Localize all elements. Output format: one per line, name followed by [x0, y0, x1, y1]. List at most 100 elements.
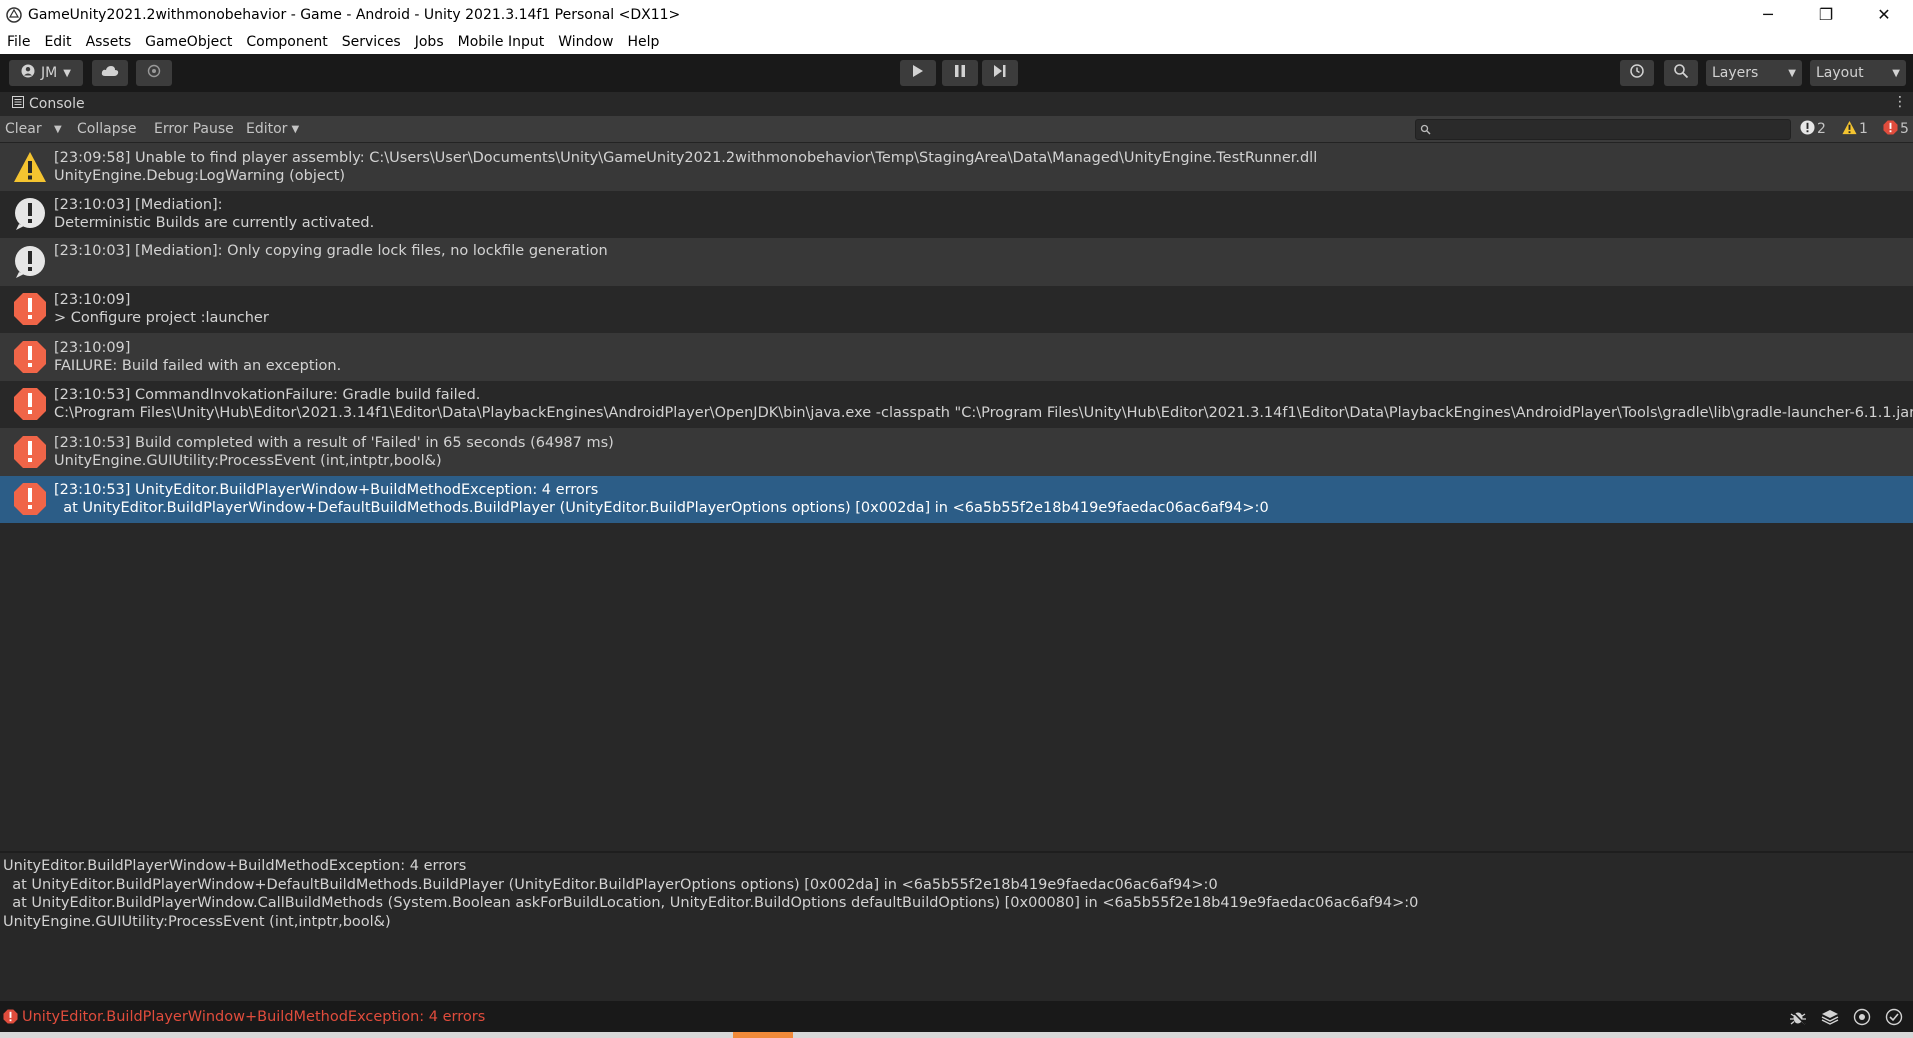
info-icon: [1800, 119, 1815, 139]
log-entry[interactable]: [23:10:03] [Mediation]: Only copying gra…: [0, 238, 1913, 286]
bug-icon[interactable]: [1787, 1006, 1809, 1028]
error-icon: [12, 386, 48, 422]
log-detail: UnityEngine.Debug:LogWarning (object): [54, 167, 346, 184]
editor-dropdown[interactable]: Editor ▼: [246, 116, 299, 142]
error-icon: [12, 481, 48, 517]
log-entry[interactable]: [23:09:58] Unable to find player assembl…: [0, 143, 1913, 191]
warning-icon: [1842, 120, 1857, 139]
log-detail: C:\Program Files\Unity\Hub\Editor\2021.3…: [54, 405, 1913, 422]
console-search-input[interactable]: [1415, 119, 1791, 140]
menu-services[interactable]: Services: [335, 34, 408, 50]
log-entry[interactable]: [23:10:53] CommandInvokationFailure: Gra…: [0, 381, 1913, 429]
info-icon: [12, 196, 48, 232]
menu-jobs[interactable]: Jobs: [408, 34, 451, 50]
clear-options-chevron-icon[interactable]: ▼: [54, 116, 62, 142]
menu-window[interactable]: Window: [551, 34, 620, 50]
log-entry-selected[interactable]: [23:10:53] UnityEditor.BuildPlayerWindow…: [0, 475, 1913, 523]
status-bar[interactable]: UnityEditor.BuildPlayerWindow+BuildMetho…: [0, 1001, 1913, 1032]
console-log-list: [23:09:58] Unable to find player assembl…: [0, 143, 1913, 851]
log-entry[interactable]: [23:10:03] [Mediation]: Deterministic Bui…: [0, 191, 1913, 239]
log-message: [23:10:03] [Mediation]:: [54, 197, 223, 214]
log-detail: at UnityEditor.BuildPlayerWindow+Default…: [54, 500, 1269, 517]
log-message: [23:10:03] [Mediation]: Only copying gra…: [54, 243, 608, 259]
layout-dropdown[interactable]: Layout ▼: [1810, 60, 1906, 86]
layout-label: Layout: [1816, 65, 1864, 81]
log-entry[interactable]: [23:10:53] Build completed with a result…: [0, 428, 1913, 476]
layers-dropdown[interactable]: Layers ▼: [1706, 60, 1802, 86]
log-message: [23:10:53] UnityEditor.BuildPlayerWindow…: [54, 482, 599, 499]
minimize-button[interactable]: ─: [1739, 0, 1797, 29]
console-list-icon: [12, 96, 24, 112]
play-icon: [912, 64, 924, 82]
close-button[interactable]: ✕: [1855, 0, 1913, 29]
console-tab[interactable]: Console: [12, 96, 85, 112]
restore-button[interactable]: ❐: [1797, 0, 1855, 29]
chevron-down-icon: ▼: [63, 67, 71, 79]
menu-gameobject[interactable]: GameObject: [138, 34, 239, 50]
log-message: [23:10:09]: [54, 292, 131, 309]
main-toolbar: JM ▼ Layers ▼ Layout ▼: [0, 54, 1913, 92]
play-button[interactable]: [900, 60, 936, 86]
search-button[interactable]: [1664, 60, 1698, 86]
error-icon: [1883, 119, 1898, 139]
collab-icon: [147, 64, 161, 82]
account-label: JM: [41, 65, 58, 81]
error-icon: [3, 1009, 18, 1024]
status-icons: [1787, 1006, 1905, 1028]
log-entry[interactable]: [23:10:09] FAILURE: Build failed with an …: [0, 333, 1913, 381]
status-message: UnityEditor.BuildPlayerWindow+BuildMetho…: [22, 1008, 486, 1025]
log-detail: Deterministic Builds are currently activ…: [54, 215, 375, 232]
log-message: [23:10:53] CommandInvokationFailure: Gra…: [54, 387, 481, 404]
stack-layers-icon[interactable]: [1819, 1006, 1841, 1028]
chevron-down-icon: ▼: [1788, 67, 1796, 79]
collab-button[interactable]: [136, 60, 172, 86]
log-entry[interactable]: [23:10:09] > Configure project :launcher: [0, 286, 1913, 334]
search-icon: [1420, 123, 1431, 139]
menu-file[interactable]: File: [0, 34, 37, 50]
menu-mobile-input[interactable]: Mobile Input: [451, 34, 552, 50]
network-status-icon[interactable]: [1851, 1006, 1873, 1028]
step-button[interactable]: [982, 60, 1018, 86]
pause-icon: [954, 64, 966, 82]
menu-bar: File Edit Assets GameObject Component Se…: [0, 29, 1913, 54]
stack-trace-detail: UnityEditor.BuildPlayerWindow+BuildMetho…: [0, 853, 1913, 1001]
log-detail: UnityEngine.GUIUtility:ProcessEvent (int…: [54, 452, 442, 469]
error-icon: [12, 434, 48, 470]
log-message: [23:10:53] Build completed with a result…: [54, 434, 614, 451]
collapse-toggle[interactable]: Collapse: [77, 116, 137, 142]
warning-count: 1: [1859, 121, 1868, 137]
info-icon: [12, 244, 48, 280]
account-icon: [21, 64, 35, 82]
console-toolbar: Clear ▼ Collapse Error Pause Editor ▼ 2 …: [0, 116, 1913, 143]
layers-label: Layers: [1712, 65, 1759, 81]
info-filter-toggle[interactable]: 2: [1800, 116, 1826, 142]
search-icon: [1673, 63, 1689, 83]
undo-history-button[interactable]: [1620, 60, 1654, 86]
error-filter-toggle[interactable]: 5: [1883, 116, 1909, 142]
log-detail: FAILURE: Build failed with an exception.: [54, 357, 342, 374]
window-titlebar: GameUnity2021.2withmonobehavior - Game -…: [0, 0, 1913, 29]
menu-component[interactable]: Component: [239, 34, 334, 50]
error-count: 5: [1900, 121, 1909, 137]
account-dropdown[interactable]: JM ▼: [9, 60, 83, 86]
menu-assets[interactable]: Assets: [79, 34, 139, 50]
chevron-down-icon: ▼: [291, 123, 300, 135]
cloud-button[interactable]: [92, 60, 128, 86]
log-message: [23:09:58] Unable to find player assembl…: [54, 149, 1318, 166]
taskbar-highlight: [733, 1032, 793, 1038]
editor-dropdown-label: Editor: [246, 121, 288, 137]
window-title: GameUnity2021.2withmonobehavior - Game -…: [28, 6, 681, 23]
console-tab-row: Console ⋮: [0, 92, 1913, 116]
warning-icon: [12, 149, 48, 185]
warning-filter-toggle[interactable]: 1: [1842, 116, 1868, 142]
menu-help[interactable]: Help: [620, 34, 666, 50]
kebab-menu-icon[interactable]: ⋮: [1893, 94, 1907, 110]
chevron-down-icon: ▼: [1892, 67, 1900, 79]
error-pause-toggle[interactable]: Error Pause: [154, 116, 234, 142]
check-circle-icon[interactable]: [1883, 1006, 1905, 1028]
clear-button[interactable]: Clear: [5, 116, 42, 142]
error-icon: [12, 339, 48, 375]
info-count: 2: [1817, 121, 1826, 137]
menu-edit[interactable]: Edit: [37, 34, 78, 50]
pause-button[interactable]: [942, 60, 978, 86]
